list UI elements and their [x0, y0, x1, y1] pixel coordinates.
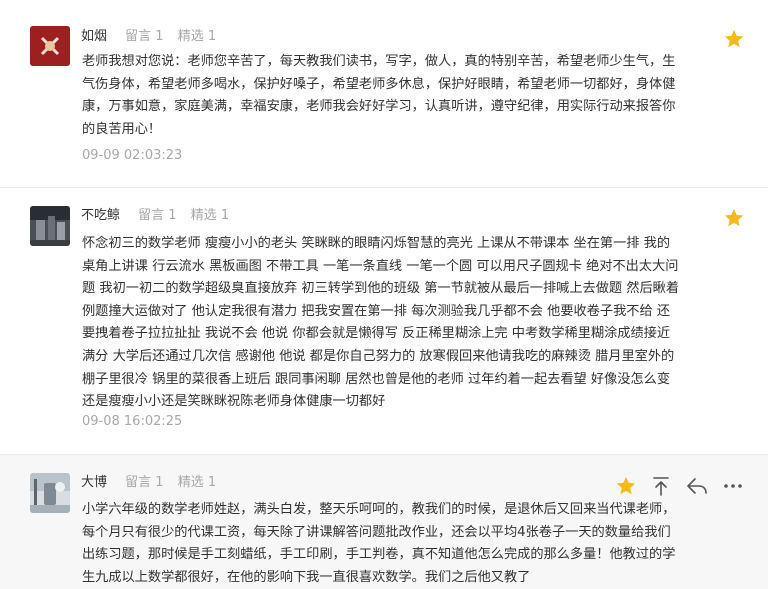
star-icon[interactable] [615, 475, 637, 497]
comment-header: 不吃鲸 留言 1 精选 1 [81, 205, 239, 227]
comment-item: 不吃鲸 留言 1 精选 1 怀念初三的数学老师 瘦瘦小小的老头 笑眯眯的眼睛闪烁… [0, 188, 768, 454]
author-name[interactable]: 不吃鲸 [81, 208, 120, 223]
avatar[interactable] [30, 473, 70, 513]
reply-count: 留言 1 [138, 208, 177, 223]
author-name[interactable]: 如烟 [81, 29, 107, 44]
featured-count: 精选 1 [177, 29, 217, 44]
avatar[interactable] [30, 206, 70, 246]
comment-text: 小学六年级的数学老师姓赵，满头白发，整天乐呵呵的，教我们的时候，是退休后又回来当… [82, 502, 676, 585]
comment-time: 09-08 16:02:25 [82, 414, 183, 429]
author-name[interactable]: 大博 [81, 475, 107, 490]
star-icon[interactable] [723, 28, 745, 50]
comment-text: 怀念初三的数学老师 瘦瘦小小的老头 笑眯眯的眼睛闪烁智慧的亮光 上课从不带课本 … [82, 236, 680, 410]
comment-item: 大博 留言 1 精选 1 小学六年级的数学老师姓赵，满头白发，整天乐呵呵的，教我… [0, 455, 768, 589]
reply-icon[interactable] [685, 474, 709, 498]
comment-text: 老师我想对您说：老师您辛苦了，每天教我们读书，写字，做人，真的特别辛苦，希望老师… [82, 54, 676, 137]
reply-count: 留言 1 [125, 29, 164, 44]
more-icon[interactable] [721, 474, 745, 498]
star-icon[interactable] [723, 207, 745, 229]
featured-count: 精选 1 [190, 208, 230, 223]
reply-count: 留言 1 [125, 475, 164, 490]
comment-header: 如烟 留言 1 精选 1 [81, 26, 226, 48]
comment-item: 如烟 留言 1 精选 1 老师我想对您说：老师您辛苦了，每天教我们读书，写字，做… [0, 0, 768, 187]
pin-top-icon[interactable] [649, 474, 673, 498]
avatar[interactable] [30, 26, 70, 66]
comment-header: 大博 留言 1 精选 1 [81, 472, 226, 494]
featured-count: 精选 1 [177, 475, 217, 490]
comment-time: 09-09 02:03:23 [82, 148, 183, 163]
